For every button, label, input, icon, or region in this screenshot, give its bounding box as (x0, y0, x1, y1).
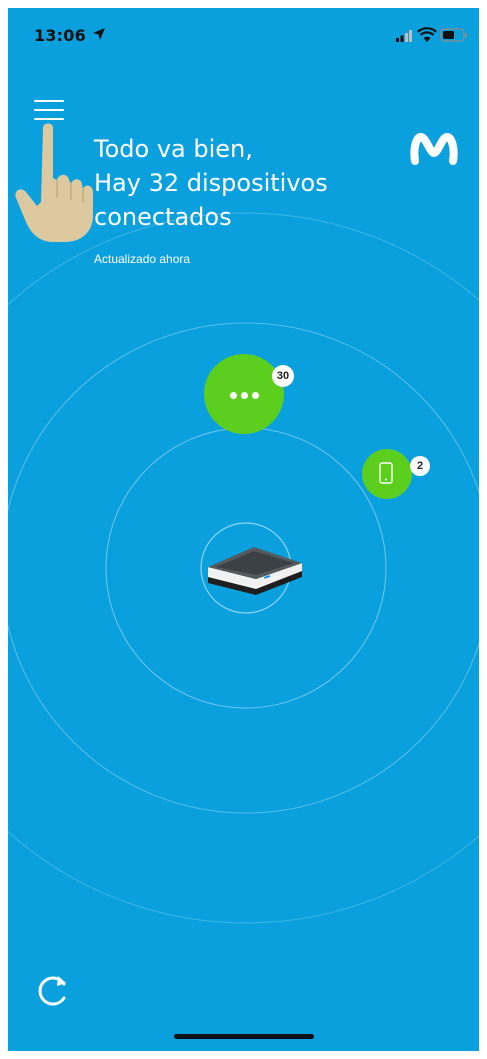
updated-timestamp: Actualizado ahora (94, 252, 191, 266)
headline-line: Todo va bien, (94, 135, 253, 163)
router-image[interactable] (200, 539, 306, 597)
location-arrow-icon (93, 28, 105, 40)
device-group-phones[interactable] (362, 449, 412, 499)
device-count-badge: 30 (272, 365, 294, 387)
pointing-hand-icon (15, 123, 94, 242)
signal-icon (396, 30, 412, 42)
battery-icon (440, 28, 467, 42)
status-headline: Todo va bien, Hay 32 dispositivos conect… (94, 132, 328, 234)
device-group-more[interactable] (204, 354, 284, 434)
smartphone-icon (379, 462, 393, 484)
wifi-icon (417, 27, 437, 42)
more-dots-icon (204, 392, 284, 399)
app-screen: 13:06 Todo va bien, Hay 32 dispositivos (8, 8, 479, 1051)
headline-line: Hay 32 dispositivos (94, 169, 328, 197)
movistar-m-logo (410, 133, 458, 165)
home-indicator[interactable] (174, 1034, 314, 1039)
status-time: 13:06 (34, 26, 86, 45)
status-bar: 13:06 (8, 8, 479, 58)
headline-line: conectados (94, 203, 232, 231)
device-count-badge: 2 (410, 456, 430, 476)
refresh-icon[interactable] (34, 971, 72, 1009)
